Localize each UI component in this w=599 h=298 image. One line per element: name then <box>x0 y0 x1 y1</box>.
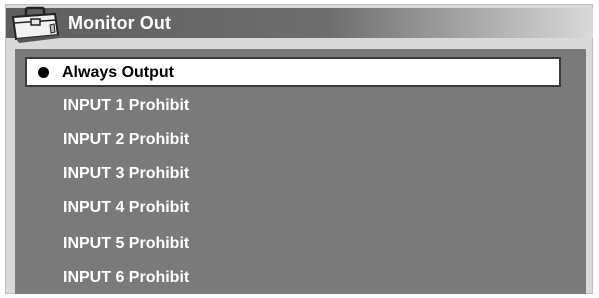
monitor-out-screen: Monitor Out Always Output INPUT 1 Prohib… <box>0 0 599 298</box>
bullet-icon <box>38 67 49 78</box>
menu-item-input-3-prohibit[interactable]: INPUT 3 Prohibit <box>15 159 586 189</box>
menu-item-input-5-prohibit[interactable]: INPUT 5 Prohibit <box>15 229 586 259</box>
page-title: Monitor Out <box>68 13 172 33</box>
menu-item-input-1-prohibit[interactable]: INPUT 1 Prohibit <box>15 91 586 121</box>
menu-item-input-4-prohibit[interactable]: INPUT 4 Prohibit <box>15 193 586 223</box>
menu-item-label: INPUT 3 Prohibit <box>63 165 190 182</box>
menu-item-label: Always Output <box>62 64 175 81</box>
toolbox-icon <box>11 6 60 43</box>
menu-item-always-output[interactable]: Always Output <box>25 57 561 87</box>
menu-item-input-6-prohibit[interactable]: INPUT 6 Prohibit <box>15 263 586 293</box>
menu-item-input-2-prohibit[interactable]: INPUT 2 Prohibit <box>15 125 586 155</box>
menu-list: Always Output INPUT 1 Prohibit INPUT 2 P… <box>15 49 586 294</box>
menu-item-label: INPUT 2 Prohibit <box>63 131 190 148</box>
menu-item-label: INPUT 1 Prohibit <box>63 97 190 114</box>
menu-item-label: INPUT 4 Prohibit <box>63 199 190 216</box>
menu-item-label: INPUT 5 Prohibit <box>63 235 190 252</box>
menu-item-label: INPUT 6 Prohibit <box>63 269 190 286</box>
